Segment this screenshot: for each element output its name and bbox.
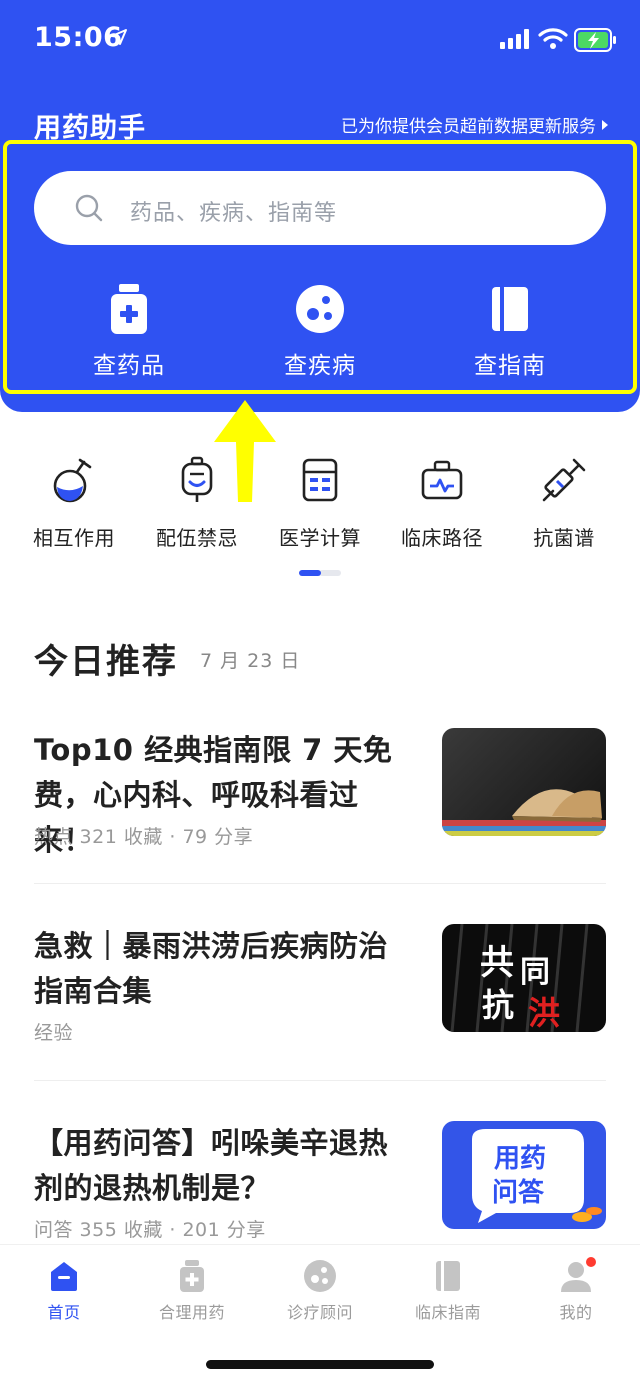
home-indicator <box>206 1360 434 1369</box>
page-indicator <box>299 570 341 576</box>
page-dot-inactive <box>319 570 341 576</box>
books-image-icon <box>442 789 606 836</box>
tab-label: 我的 <box>559 1303 593 1322</box>
notification-badge <box>586 1257 596 1267</box>
tool-incompatibility[interactable]: 配伍禁忌 <box>137 456 257 551</box>
tab-profile[interactable]: 我的 <box>512 1257 640 1323</box>
tool-calculator[interactable]: 医学计算 <box>260 456 380 551</box>
tab-clinical-guide[interactable]: 临床指南 <box>384 1259 512 1323</box>
recommend-date: 7 月 23 日 <box>200 650 301 672</box>
thumb-char: 洪 <box>528 994 560 1032</box>
guide-icon <box>436 1261 460 1291</box>
tab-label: 合理用药 <box>158 1303 225 1322</box>
thumb-char: 抗 <box>482 986 514 1024</box>
wifi-icon <box>538 28 568 49</box>
article-card[interactable]: 【用药问答】吲哚美辛退热剂的退热机制是？ 问答 355 收藏 · 201 分享 … <box>34 1121 606 1241</box>
qa-image-icon: 用药 问答 <box>472 1129 602 1223</box>
status-bar: 15:06 <box>0 0 640 80</box>
tool-antibacterial[interactable]: 抗菌谱 <box>504 456 624 551</box>
qa-thumbnail: 用药 问答 <box>442 1121 606 1229</box>
thumb-char: 用药 <box>494 1144 546 1174</box>
highlight-box <box>3 140 637 394</box>
app-screen: 15:06 用药助手 已为你提供会员超前数据更新服务 药品、疾病、指南等 查药品… <box>0 0 640 1386</box>
syringe-icon <box>542 458 586 502</box>
tool-label: 相互作用 <box>33 526 115 550</box>
header-panel: 15:06 用药助手 已为你提供会员超前数据更新服务 药品、疾病、指南等 查药品… <box>0 0 640 412</box>
tab-label: 临床指南 <box>414 1303 481 1322</box>
divider <box>34 1080 606 1081</box>
tool-interaction[interactable]: 相互作用 <box>14 456 134 551</box>
tool-label: 临床路径 <box>401 526 483 550</box>
calculator-icon <box>302 458 338 502</box>
tool-label: 医学计算 <box>279 526 361 550</box>
tool-clinical-path[interactable]: 临床路径 <box>382 456 502 551</box>
flood-image-icon: 共 同 抗 洪 <box>450 924 589 1032</box>
tool-label: 配伍禁忌 <box>156 526 238 550</box>
tab-label: 首页 <box>47 1303 81 1322</box>
flood-thumbnail: 共 同 抗 洪 <box>442 924 606 1032</box>
member-service-text: 已为你提供会员超前数据更新服务 <box>341 117 596 137</box>
tab-label: 诊疗顾问 <box>286 1303 353 1322</box>
tab-home[interactable]: 首页 <box>0 1259 128 1323</box>
consult-icon <box>304 1260 336 1292</box>
article-title: 急救｜暴雨洪涝后疾病防治指南合集 <box>34 929 389 1008</box>
home-icon <box>51 1262 77 1291</box>
recommend-title: 今日推荐 <box>34 642 178 682</box>
chevron-right-icon <box>602 119 608 130</box>
article-meta: 热点 321 收藏 · 79 分享 <box>34 826 254 848</box>
location-arrow-icon <box>111 29 127 45</box>
member-service-link[interactable]: 已为你提供会员超前数据更新服务 <box>341 112 608 137</box>
battery-charging-icon <box>574 28 616 52</box>
article-title: 【用药问答】吲哚美辛退热剂的退热机制是？ <box>34 1126 389 1205</box>
article-meta: 经验 <box>34 1022 74 1044</box>
flask-icon <box>53 458 92 503</box>
thumb-char: 共 <box>480 943 514 983</box>
thumb-char: 问答 <box>492 1177 545 1208</box>
tab-rational-medication[interactable]: 合理用药 <box>128 1259 256 1323</box>
article-card[interactable]: Top10 经典指南限 7 天免费，心内科、呼吸科看过来！ 热点 321 收藏 … <box>34 728 606 858</box>
article-meta: 问答 355 收藏 · 201 分享 <box>34 1219 266 1241</box>
iv-bag-icon <box>181 456 213 502</box>
page-dot-active <box>299 570 321 576</box>
books-thumbnail <box>442 728 606 836</box>
medical-kit-icon <box>421 460 463 500</box>
thumb-char: 同 <box>520 955 550 990</box>
divider <box>34 883 606 884</box>
article-card[interactable]: 急救｜暴雨洪涝后疾病防治指南合集 经验 共 同 抗 洪 <box>34 924 606 1054</box>
tool-label: 抗菌谱 <box>533 526 595 550</box>
tab-consultant[interactable]: 诊疗顾问 <box>256 1259 384 1323</box>
medicine-icon <box>180 1260 204 1292</box>
cellular-signal-icon <box>500 29 529 49</box>
